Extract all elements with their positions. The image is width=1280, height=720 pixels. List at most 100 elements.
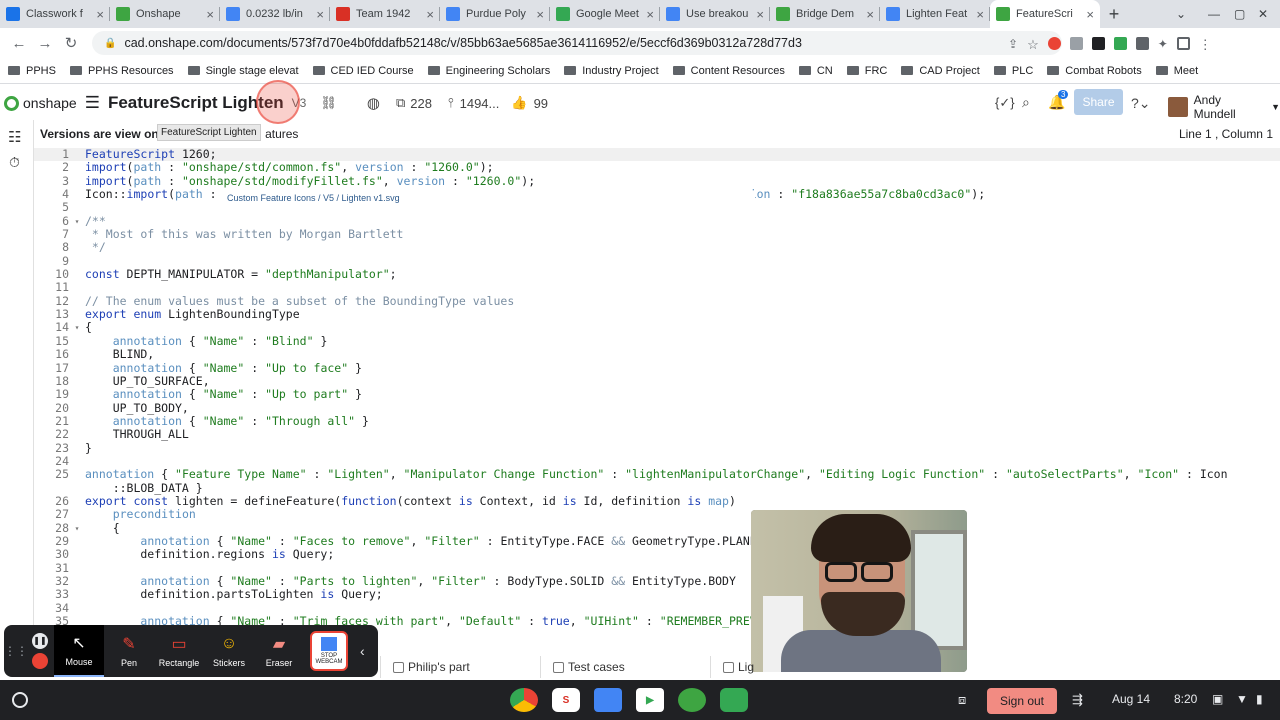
extension-x-icon[interactable] bbox=[1135, 36, 1149, 50]
shelf-date[interactable]: Aug 14 bbox=[1112, 692, 1150, 706]
code-line[interactable]: 18 UP_TO_SURFACE, bbox=[34, 374, 1280, 388]
help-icon[interactable]: ?⌄ bbox=[1131, 95, 1151, 112]
fold-arrow-icon[interactable] bbox=[70, 415, 84, 428]
fold-arrow-icon[interactable] bbox=[70, 468, 84, 481]
hamburger-menu-icon[interactable]: ☰ bbox=[85, 93, 100, 113]
extension-record-icon[interactable] bbox=[1047, 36, 1061, 50]
code-line[interactable]: 3 import(path : "onshape/std/modifyFillet… bbox=[34, 174, 1280, 188]
bookmark-item[interactable]: Single stage elevat bbox=[187, 65, 299, 77]
code-line[interactable]: 20 UP_TO_BODY, bbox=[34, 401, 1280, 415]
screen-capture-icon[interactable]: ⧈ bbox=[958, 692, 966, 708]
code-line[interactable]: 8 */ bbox=[34, 241, 1280, 255]
files-app-icon[interactable] bbox=[594, 688, 622, 712]
code-line[interactable]: 7 * Most of this was written by Morgan B… bbox=[34, 227, 1280, 241]
copies-button[interactable]: ⧉ 228 bbox=[396, 95, 432, 111]
history-icon[interactable]: ⏱ bbox=[9, 154, 20, 171]
code-line[interactable]: 28 ▾ { bbox=[34, 521, 1280, 535]
fold-arrow-icon[interactable] bbox=[70, 148, 84, 161]
reload-icon[interactable]: ↻ bbox=[58, 34, 84, 52]
element-tab[interactable]: Philip's part bbox=[380, 656, 482, 678]
meet-app-icon[interactable] bbox=[720, 688, 748, 712]
close-tab-icon[interactable]: × bbox=[536, 7, 544, 22]
close-window-icon[interactable]: ✕ bbox=[1258, 0, 1268, 28]
tool-pen[interactable]: ✎ Pen bbox=[104, 634, 154, 668]
code-line[interactable]: 33 definition.partsToLighten is Query; bbox=[34, 587, 1280, 601]
icon-import-hint[interactable]: Custom Feature Icons / V5 / Lighten v1.s… bbox=[227, 191, 755, 205]
extensions-puzzle-icon[interactable]: ✦ bbox=[1158, 37, 1168, 51]
code-line[interactable]: 6 ▾/** bbox=[34, 214, 1280, 228]
link-icon[interactable]: ⛓ bbox=[320, 95, 337, 111]
browser-tab[interactable]: 0.0232 lb/in × bbox=[220, 0, 330, 28]
tool-eraser[interactable]: ▰ Eraser bbox=[254, 634, 304, 668]
fold-arrow-icon[interactable] bbox=[70, 188, 84, 201]
code-line[interactable]: 29 annotation { "Name" : "Faces to remov… bbox=[34, 534, 1280, 548]
fold-arrow-icon[interactable] bbox=[70, 228, 84, 241]
code-line[interactable]: 12 // The enum values must be a subset of… bbox=[34, 294, 1280, 308]
sign-out-button[interactable]: Sign out bbox=[987, 688, 1057, 714]
minimize-icon[interactable]: — bbox=[1208, 0, 1220, 28]
code-line[interactable]: 30 definition.regions is Query; bbox=[34, 547, 1280, 561]
code-line[interactable]: 21 annotation { "Name" : "Through all" } bbox=[34, 414, 1280, 428]
close-tab-icon[interactable]: × bbox=[206, 7, 214, 22]
forward-icon[interactable]: → bbox=[32, 35, 58, 52]
fold-arrow-icon[interactable] bbox=[70, 548, 84, 561]
close-tab-icon[interactable]: × bbox=[866, 7, 874, 22]
element-tab[interactable]: Lig bbox=[710, 656, 766, 678]
chrome-app-icon[interactable] bbox=[510, 688, 538, 712]
fold-arrow-icon[interactable] bbox=[70, 562, 84, 575]
code-line[interactable]: ::BLOB_DATA } bbox=[34, 481, 1280, 495]
fold-arrow-icon[interactable] bbox=[70, 161, 84, 174]
code-line[interactable]: 9 bbox=[34, 254, 1280, 268]
bookmark-item[interactable]: Content Resources bbox=[672, 65, 785, 77]
launcher-icon[interactable] bbox=[12, 692, 28, 708]
stop-webcam-button[interactable]: STOP WEBCAM bbox=[310, 631, 348, 671]
browser-tab[interactable]: Use breakou × bbox=[660, 0, 770, 28]
fold-arrow-icon[interactable]: ▾ bbox=[70, 215, 84, 228]
code-line[interactable]: 23} bbox=[34, 441, 1280, 455]
fold-arrow-icon[interactable] bbox=[70, 255, 84, 268]
bookmark-item[interactable]: CAD Project bbox=[901, 65, 980, 77]
extension-dark-icon[interactable] bbox=[1091, 36, 1105, 50]
drag-handle-icon[interactable]: ⋮⋮ bbox=[4, 644, 28, 658]
maximize-icon[interactable]: ▢ bbox=[1234, 0, 1245, 28]
fold-arrow-icon[interactable] bbox=[70, 175, 84, 188]
code-line[interactable]: 10 const DEPTH_MANIPULATOR = "depthManipu… bbox=[34, 267, 1280, 281]
bookmark-item[interactable]: CED IED Course bbox=[312, 65, 414, 77]
tool-stickers[interactable]: ☺ Stickers bbox=[204, 634, 254, 668]
bookmark-item[interactable]: Combat Robots bbox=[1047, 65, 1142, 77]
bookmark-item[interactable]: Meet bbox=[1155, 65, 1198, 77]
battery-icon[interactable]: ▮ bbox=[1256, 692, 1263, 706]
code-editor[interactable]: 1 FeatureScript 1260; 2 import(path : "onsh… bbox=[34, 148, 1280, 628]
url-field[interactable]: 🔒 cad.onshape.com/documents/573f7d70e4b0… bbox=[92, 31, 1062, 55]
code-line[interactable]: 1 FeatureScript 1260; bbox=[34, 148, 1280, 162]
bookmark-item[interactable]: PPHS Resources bbox=[69, 65, 174, 77]
code-line[interactable]: 24 bbox=[34, 454, 1280, 468]
like-button[interactable]: 👍 99 bbox=[511, 95, 548, 111]
fold-arrow-icon[interactable] bbox=[70, 508, 84, 521]
code-line[interactable]: 22 THROUGH_ALL bbox=[34, 427, 1280, 441]
browser-tab[interactable]: FeatureScri × bbox=[990, 0, 1100, 28]
fold-arrow-icon[interactable] bbox=[70, 308, 84, 321]
notifications-tray-icon[interactable]: ▣ bbox=[1212, 692, 1223, 706]
code-line[interactable]: 27 precondition bbox=[34, 507, 1280, 521]
new-tab-button[interactable]: + bbox=[1100, 0, 1128, 28]
bookmark-item[interactable]: PPHS bbox=[8, 65, 56, 77]
share-page-icon[interactable]: ⇪ bbox=[1008, 37, 1018, 51]
fold-arrow-icon[interactable] bbox=[70, 281, 84, 294]
close-tab-icon[interactable]: × bbox=[426, 7, 434, 22]
back-icon[interactable]: ← bbox=[6, 35, 32, 52]
browser-tab[interactable]: Purdue Poly × bbox=[440, 0, 550, 28]
code-line[interactable]: 16 BLIND, bbox=[34, 347, 1280, 361]
code-line[interactable]: 11 bbox=[34, 281, 1280, 295]
fold-arrow-icon[interactable] bbox=[70, 388, 84, 401]
pause-icon[interactable]: ❚❚ bbox=[32, 633, 48, 649]
fold-arrow-icon[interactable] bbox=[70, 201, 84, 214]
bookmark-item[interactable]: CN bbox=[798, 65, 833, 77]
user-menu[interactable]: Andy Mundell ▼ bbox=[1168, 93, 1280, 121]
code-line[interactable]: 17 annotation { "Name" : "Up to face" } bbox=[34, 361, 1280, 375]
extension-green-icon[interactable] bbox=[1113, 36, 1127, 50]
extension-l-icon[interactable] bbox=[1069, 36, 1083, 50]
tool-mouse[interactable]: ↖ Mouse bbox=[54, 625, 104, 677]
close-tab-icon[interactable]: × bbox=[756, 7, 764, 22]
browser-tab[interactable]: Onshape × bbox=[110, 0, 220, 28]
